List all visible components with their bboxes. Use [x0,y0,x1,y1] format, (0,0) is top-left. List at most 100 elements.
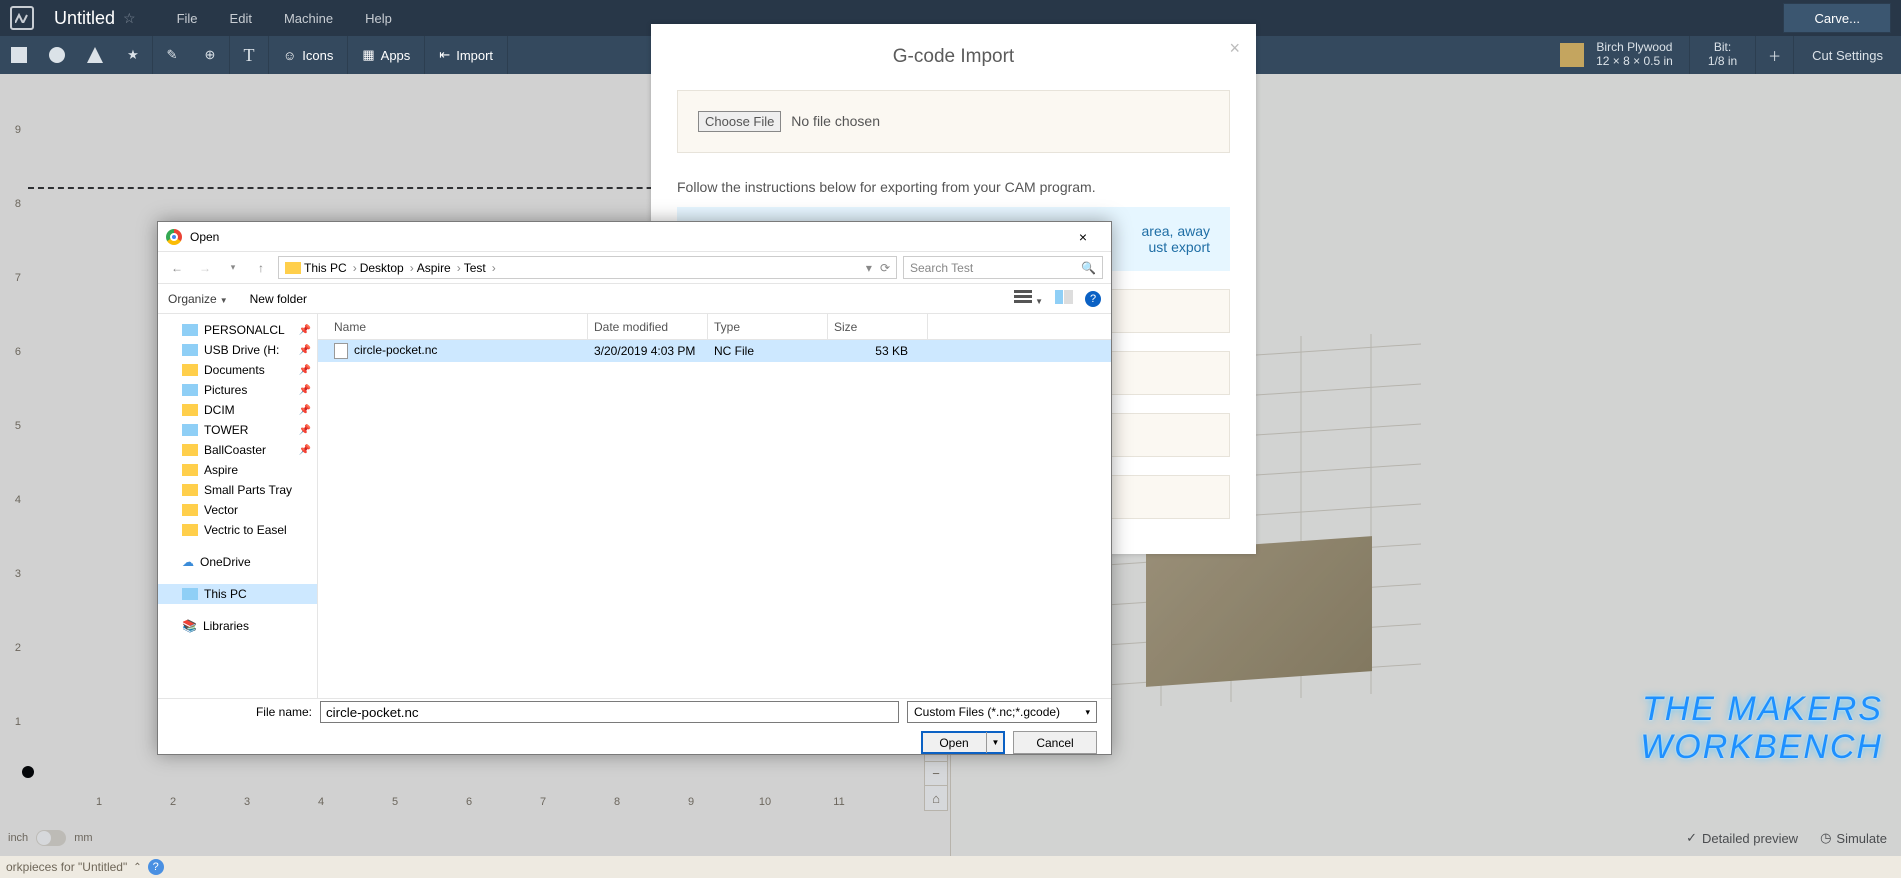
organize-menu[interactable]: Organize▼ [168,292,228,306]
menu-help[interactable]: Help [349,11,408,26]
carve-button[interactable]: Carve... [1783,3,1891,33]
filename-input[interactable] [320,701,899,723]
bit-selector[interactable]: Bit: 1/8 in [1689,36,1755,74]
text-tool-icon[interactable]: T [230,36,268,74]
drill-tool-icon[interactable]: ⊕ [191,36,229,74]
shape-star-icon[interactable]: ★ [114,36,152,74]
tree-item[interactable]: 📚Libraries [158,616,317,636]
folder-icon [285,262,301,274]
menu-machine[interactable]: Machine [268,11,349,26]
filetype-combo[interactable]: Custom Files (*.nc;*.gcode)▾ [907,701,1097,723]
import-icon: ⇤ [439,47,450,63]
tree-item-label: Documents [204,363,265,377]
open-button[interactable]: Open ▼ [921,731,1005,754]
dialog-titlebar: Open × [158,222,1111,252]
tree-item-label: USB Drive (H: [204,343,279,357]
drive-icon [182,588,198,600]
crumb[interactable]: This PC [304,261,357,275]
dialog-title: Open [190,230,219,244]
preview-pane-icon[interactable] [1055,290,1073,307]
search-input[interactable]: Search Test 🔍 [903,256,1103,279]
tree-item[interactable]: TOWER 📌 [158,420,317,440]
drive-icon [182,424,198,436]
menu-file[interactable]: File [161,11,214,26]
tree-item[interactable]: Pictures 📌 [158,380,317,400]
choose-file-button[interactable]: Choose File [698,111,781,132]
chrome-icon [166,229,182,245]
chevron-up-icon[interactable]: ⌃ [133,862,141,873]
tree-item[interactable]: Aspire [158,460,317,480]
crumb[interactable]: Desktop [360,261,414,275]
import-button[interactable]: ⇤Import [425,36,507,74]
file-list[interactable]: Name Date modified Type Size circle-pock… [318,314,1111,698]
tree-item-label: BallCoaster [204,443,266,457]
close-icon[interactable]: × [1063,229,1103,245]
favorite-icon[interactable]: ☆ [123,10,136,27]
modal-title: G-code Import [677,46,1230,68]
tree-item-label: TOWER [204,423,248,437]
tree-item[interactable]: DCIM📌 [158,400,317,420]
col-date[interactable]: Date modified [588,314,708,339]
file-row[interactable]: circle-pocket.nc3/20/2019 4:03 PMNC File… [318,340,1111,362]
tree-item[interactable]: ☁OneDrive [158,552,317,572]
pin-icon: 📌 [299,385,311,396]
back-button[interactable]: ← [166,261,188,275]
dialog-toolbar: Organize▼ New folder ▼ ? [158,284,1111,314]
col-type[interactable]: Type [708,314,828,339]
recent-dropdown[interactable]: ▾ [222,262,244,273]
cut-settings-button[interactable]: Cut Settings [1793,36,1901,74]
material-selector[interactable]: Birch Plywood 12 × 8 × 0.5 in [1544,36,1689,74]
col-size[interactable]: Size [828,314,928,339]
icons-button[interactable]: ☺Icons [269,36,347,74]
tree-item[interactable]: USB Drive (H: 📌 [158,340,317,360]
tree-item[interactable]: PERSONALCL📌 [158,320,317,340]
open-split-icon[interactable]: ▼ [986,732,1004,753]
new-folder-button[interactable]: New folder [250,292,307,306]
smiley-icon: ☺ [283,48,296,63]
up-button[interactable]: ↑ [250,261,272,275]
shape-rect-icon[interactable] [0,36,38,74]
address-dropdown-icon[interactable]: ▾ [866,261,872,275]
add-bit-button[interactable]: ＋ [1755,36,1793,74]
tree-item-label: This PC [204,587,247,601]
close-icon[interactable]: × [1229,38,1240,59]
tree-item[interactable]: Vectric to Easel [158,520,317,540]
view-mode-icon[interactable]: ▼ [1014,290,1043,307]
folder-icon [182,484,198,496]
nav-pane[interactable]: PERSONALCL📌USB Drive (H:📌Documents📌Pictu… [158,314,318,698]
cancel-button[interactable]: Cancel [1013,731,1097,754]
folder-icon [182,404,198,416]
tree-item[interactable]: Documents 📌 [158,360,317,380]
tree-item-label: OneDrive [200,555,251,569]
col-name[interactable]: Name [328,314,588,339]
folder-icon [182,464,198,476]
pin-icon: 📌 [299,405,311,416]
watermark: THE MAKERS WORKBENCH [1640,691,1883,766]
help-icon[interactable]: ? [1085,291,1101,307]
pin-icon: 📌 [299,365,311,376]
shape-triangle-icon[interactable] [76,36,114,74]
column-headers[interactable]: Name Date modified Type Size [318,314,1111,340]
breadcrumb-bar[interactable]: This PC Desktop Aspire Test ▾ ⟳ [278,256,897,279]
apps-button[interactable]: ▦Apps [348,36,424,74]
forward-button[interactable]: → [194,261,216,275]
workpieces-label[interactable]: orkpieces for "Untitled" [6,860,127,874]
refresh-icon[interactable]: ⟳ [880,261,890,275]
tree-item[interactable]: This PC [158,584,317,604]
tree-item-label: Pictures [204,383,247,397]
shape-circle-icon[interactable] [38,36,76,74]
pin-icon: 📌 [299,425,311,436]
help-icon[interactable]: ? [148,859,164,875]
crumb[interactable]: Test [464,261,496,275]
tree-item[interactable]: Small Parts Tray [158,480,317,500]
pen-tool-icon[interactable]: ✎ [153,36,191,74]
crumb[interactable]: Aspire [417,261,461,275]
tree-item[interactable]: BallCoaster📌 [158,440,317,460]
address-bar-row: ← → ▾ ↑ This PC Desktop Aspire Test ▾ ⟳ … [158,252,1111,284]
tree-item[interactable]: Vector [158,500,317,520]
menu-edit[interactable]: Edit [214,11,268,26]
folder-icon [182,504,198,516]
pin-icon: 📌 [299,345,311,356]
file-drop-zone: Choose File No file chosen [677,90,1230,153]
instructions-text: Follow the instructions below for export… [677,179,1230,195]
